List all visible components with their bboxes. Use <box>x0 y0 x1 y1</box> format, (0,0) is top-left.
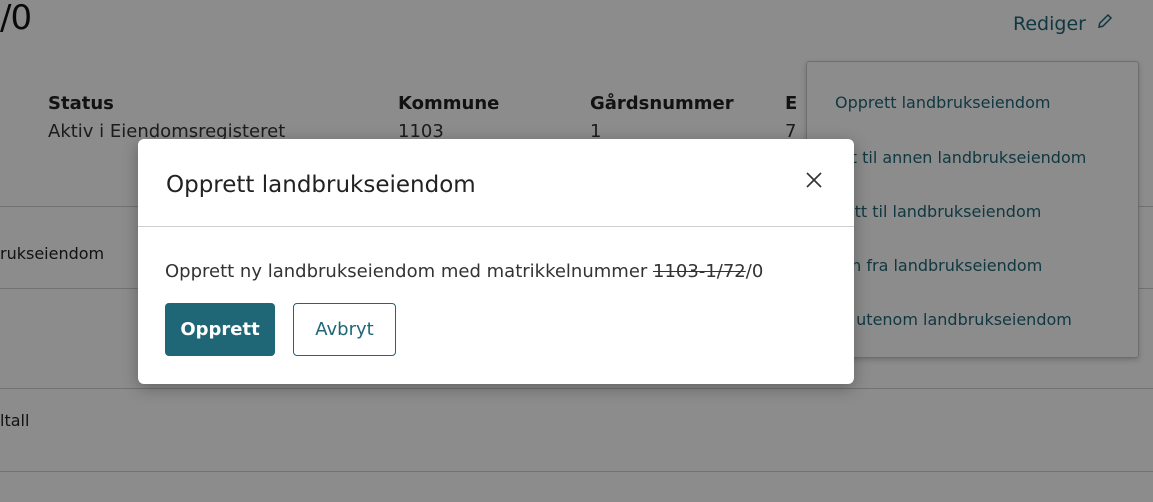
close-icon[interactable] <box>802 168 826 192</box>
matrikkel-number-suffix: /0 <box>745 261 764 282</box>
create-property-dialog: Opprett landbrukseiendom Opprett ny land… <box>138 139 854 384</box>
dialog-divider <box>138 226 854 227</box>
dialog-message: Opprett ny landbrukseiendom med matrikke… <box>165 261 763 282</box>
avbryt-button[interactable]: Avbryt <box>293 303 396 356</box>
dialog-title: Opprett landbrukseiendom <box>166 172 476 198</box>
opprett-button[interactable]: Opprett <box>165 303 275 356</box>
dialog-message-text: Opprett ny landbrukseiendom med matrikke… <box>165 261 654 282</box>
matrikkel-number-struck: 1103-1/72 <box>653 261 746 282</box>
